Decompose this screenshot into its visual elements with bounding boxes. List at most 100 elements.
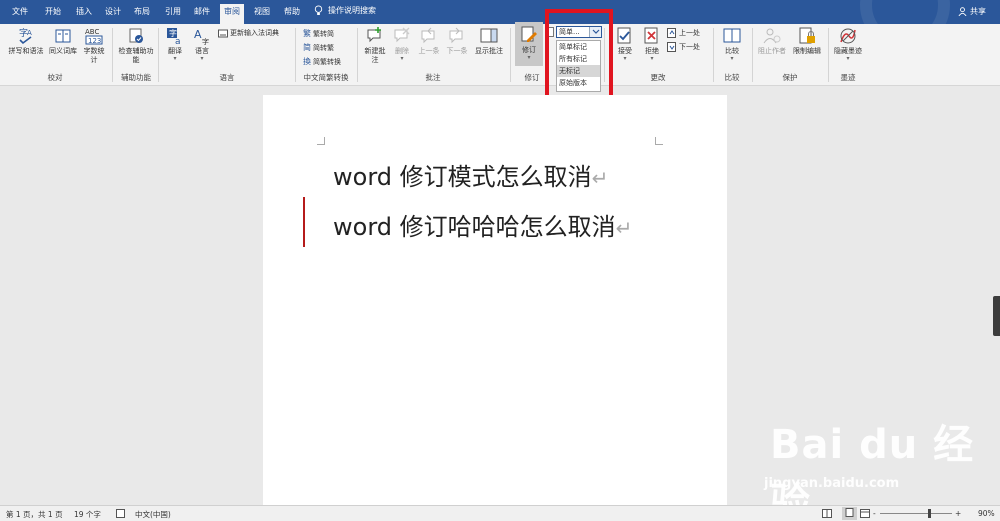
- new-comment-label: 新建批注: [364, 47, 386, 64]
- zoom-slider[interactable]: [880, 513, 952, 514]
- paragraph-mark: ↵: [591, 166, 609, 190]
- svg-text:A: A: [27, 29, 32, 37]
- accessibility-icon: [129, 28, 143, 43]
- web-layout-icon: [860, 509, 870, 518]
- hide-ink-button[interactable]: 隐藏墨迹 ▾: [834, 26, 862, 62]
- previous-change-label: 上一处: [679, 29, 700, 37]
- delete-comment-button[interactable]: 删除 ▾: [390, 26, 414, 62]
- check-accessibility-button[interactable]: 检查辅助功能: [118, 26, 154, 65]
- group-label-changes: 更改: [650, 73, 666, 82]
- document-line[interactable]: word 修订哈哈哈怎么取消↵: [333, 207, 632, 242]
- restrict-editing-button[interactable]: 限制编辑: [790, 26, 824, 56]
- group-label-protect: 保护: [782, 73, 798, 82]
- delete-comment-label: 删除: [395, 47, 409, 55]
- block-authors-icon: [763, 28, 781, 44]
- previous-change-button[interactable]: 上一处: [667, 28, 700, 38]
- update-ime-dictionary-button[interactable]: 更新输入法词典: [218, 28, 279, 38]
- spelling-icon: 字A: [19, 27, 32, 45]
- person-icon: [958, 7, 967, 16]
- tab-file[interactable]: 文件: [8, 5, 32, 24]
- to-simplified-label: 简转繁: [313, 43, 334, 52]
- group-label-comments: 批注: [425, 73, 441, 82]
- tab-view[interactable]: 视图: [250, 5, 274, 24]
- chevron-down-icon: ▾: [846, 55, 850, 62]
- translate-icon: 字a: [167, 28, 181, 46]
- reject-icon: [644, 27, 658, 44]
- zoom-in-button[interactable]: +: [955, 509, 961, 518]
- read-mode-icon[interactable]: [822, 509, 832, 520]
- next-comment-button[interactable]: 下一条: [444, 26, 470, 56]
- lock-document-icon: [799, 27, 815, 44]
- svg-text:ABC: ABC: [85, 28, 99, 36]
- tab-references[interactable]: 引用: [161, 5, 185, 24]
- update-ime-label: 更新输入法词典: [230, 29, 279, 37]
- language-button[interactable]: A字 语言 ▾: [190, 26, 214, 62]
- new-comment-button[interactable]: 新建批注: [362, 26, 388, 65]
- tab-design[interactable]: 设计: [101, 5, 125, 24]
- chevron-down-icon: ▾: [650, 55, 654, 62]
- zoom-slider-thumb[interactable]: [928, 509, 931, 518]
- group-label-compare: 比较: [724, 73, 740, 82]
- chevron-down-icon: ▾: [200, 55, 204, 62]
- show-comments-button[interactable]: 显示批注: [472, 26, 506, 56]
- thesaurus-button[interactable]: 同义词库: [46, 26, 80, 56]
- previous-comment-button[interactable]: 上一条: [416, 26, 442, 56]
- watermark-url: jingyan.baidu.com: [764, 476, 900, 491]
- web-layout-icon[interactable]: [860, 509, 870, 520]
- to-simplified-button[interactable]: 简 简转繁: [303, 42, 334, 53]
- language-label: 语言: [195, 47, 209, 55]
- reject-label: 拒绝: [645, 47, 659, 55]
- previous-comment-icon: [421, 27, 435, 44]
- tab-review[interactable]: 审阅: [220, 4, 244, 24]
- group-label-language: 语言: [219, 73, 235, 82]
- convert-button[interactable]: 換 简繁转换: [303, 56, 341, 67]
- group-label-accessibility: 辅助功能: [121, 73, 151, 82]
- track-changes-icon: [521, 26, 537, 42]
- translate-button[interactable]: 字a 翻译 ▾: [163, 26, 187, 62]
- tab-mailings[interactable]: 邮件: [190, 5, 214, 24]
- book-icon: [55, 29, 71, 43]
- print-layout-icon[interactable]: [842, 507, 857, 520]
- compare-button[interactable]: 比较 ▾: [720, 26, 744, 62]
- word-count[interactable]: 19 个字: [74, 509, 101, 520]
- to-traditional-button[interactable]: 繁 繁转简: [303, 28, 334, 39]
- zoom-out-button[interactable]: -: [873, 509, 876, 518]
- proofing-status-icon[interactable]: [116, 509, 126, 520]
- block-authors-button[interactable]: 阻止作者: [756, 26, 788, 56]
- chevron-down-icon: ▾: [527, 54, 531, 61]
- show-comments-icon: [480, 28, 498, 43]
- tab-layout[interactable]: 布局: [130, 5, 154, 24]
- group-label-proofing: 校对: [47, 73, 63, 82]
- word-count-button[interactable]: ABC 123 字数统计: [82, 26, 106, 65]
- tab-help[interactable]: 帮助: [280, 5, 304, 24]
- next-change-button[interactable]: 下一处: [667, 42, 700, 52]
- spelling-grammar-button[interactable]: 字A 拼写和语法: [6, 26, 46, 56]
- svg-text:a: a: [175, 37, 181, 46]
- thesaurus-label: 同义词库: [49, 47, 77, 55]
- svg-text:字: 字: [202, 37, 209, 46]
- track-changes-button[interactable]: 修订 ▾: [515, 22, 543, 66]
- chevron-down-icon: ▾: [173, 55, 177, 62]
- language-icon: A字: [194, 28, 209, 46]
- spelling-label: 拼写和语法: [8, 47, 44, 55]
- reject-button[interactable]: 拒绝 ▾: [640, 26, 664, 62]
- tell-me-search[interactable]: 操作说明搜索: [314, 5, 376, 16]
- highlight-annotation-box: [545, 9, 613, 106]
- language-status[interactable]: 中文(中国): [135, 509, 171, 520]
- tab-home[interactable]: 开始: [41, 5, 65, 24]
- line-text: word 修订哈哈哈怎么取消: [333, 213, 616, 241]
- next-comment-label: 下一条: [446, 47, 468, 55]
- page-count[interactable]: 第 1 页，共 1 页: [6, 509, 63, 520]
- document-page[interactable]: word 修订模式怎么取消↵ word 修订哈哈哈怎么取消↵: [263, 95, 727, 505]
- tab-insert[interactable]: 插入: [72, 5, 96, 24]
- chevron-down-icon: ▾: [400, 55, 404, 62]
- track-changes-label: 修订: [522, 46, 536, 54]
- zoom-level[interactable]: 90%: [978, 509, 995, 518]
- group-label-ink: 墨迹: [840, 73, 856, 82]
- accept-button[interactable]: 接受 ▾: [612, 26, 638, 62]
- share-button[interactable]: 共享: [958, 6, 986, 17]
- show-comments-label: 显示批注: [475, 47, 503, 55]
- status-bar: 第 1 页，共 1 页 19 个字 中文(中国) - + 90%: [0, 505, 1000, 521]
- document-line[interactable]: word 修订模式怎么取消↵: [333, 157, 608, 192]
- side-panel-handle[interactable]: [993, 296, 1000, 336]
